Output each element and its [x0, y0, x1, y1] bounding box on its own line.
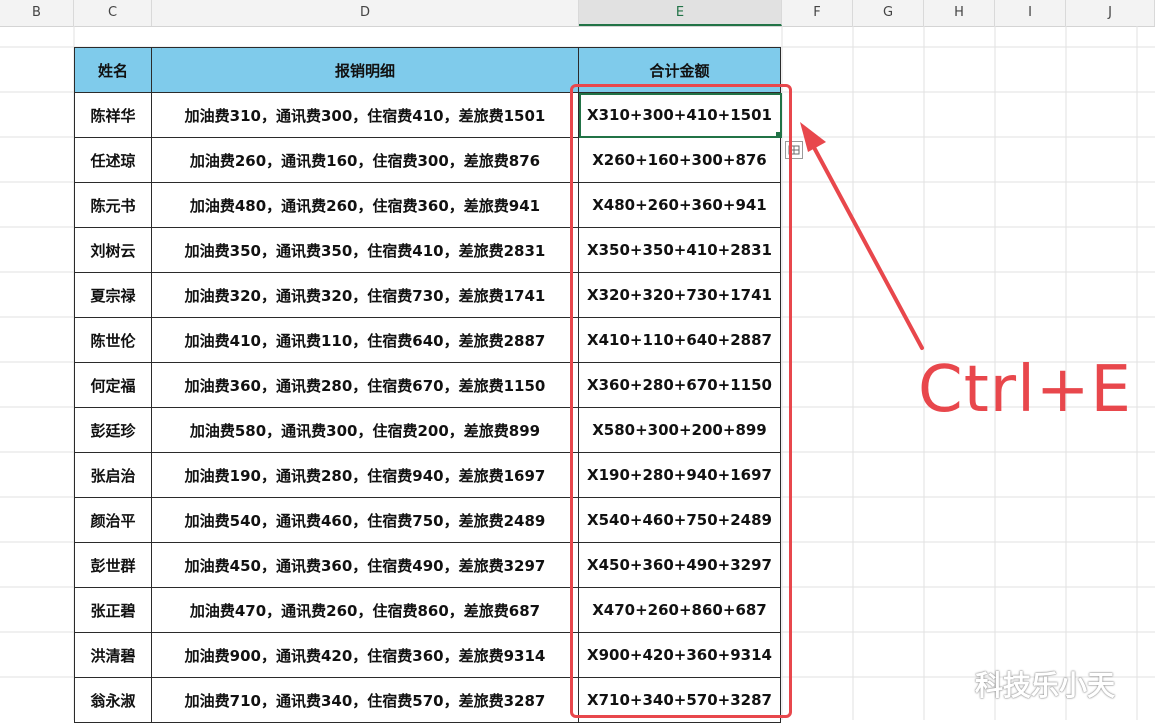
- watermark: 科技乐小天: [975, 669, 1116, 702]
- name-cell[interactable]: 颜治平: [74, 497, 152, 543]
- column-header-b[interactable]: B: [0, 0, 74, 26]
- name-cell[interactable]: 翁永淑: [74, 677, 152, 723]
- details-cell[interactable]: 加油费480，通讯费260，住宿费360，差旅费941: [151, 182, 579, 228]
- name-cell[interactable]: 陈世伦: [74, 317, 152, 363]
- details-cell[interactable]: 加油费410，通讯费110，住宿费640，差旅费2887: [151, 317, 579, 363]
- column-header-e[interactable]: E: [579, 0, 782, 26]
- details-cell[interactable]: 加油费710，通讯费340，住宿费570，差旅费3287: [151, 677, 579, 723]
- name-cell[interactable]: 洪清碧: [74, 632, 152, 678]
- column-header-bar: B C D E F G H I J: [0, 0, 1155, 27]
- name-cell[interactable]: 张正碧: [74, 587, 152, 633]
- header-name[interactable]: 姓名: [74, 47, 152, 93]
- details-cell[interactable]: 加油费540，通讯费460，住宿费750，差旅费2489: [151, 497, 579, 543]
- column-header-j[interactable]: J: [1066, 0, 1155, 26]
- details-cell[interactable]: 加油费470，通讯费260，住宿费860，差旅费687: [151, 587, 579, 633]
- name-cell[interactable]: 彭廷珍: [74, 407, 152, 453]
- column-header-i[interactable]: I: [995, 0, 1066, 26]
- details-cell[interactable]: 加油费190，通讯费280，住宿费940，差旅费1697: [151, 452, 579, 498]
- name-cell[interactable]: 任述琼: [74, 137, 152, 183]
- name-cell[interactable]: 何定福: [74, 362, 152, 408]
- details-cell[interactable]: 加油费360，通讯费280，住宿费670，差旅费1150: [151, 362, 579, 408]
- details-cell[interactable]: 加油费580，通讯费300，住宿费200，差旅费899: [151, 407, 579, 453]
- name-cell[interactable]: 陈元书: [74, 182, 152, 228]
- name-cell[interactable]: 陈祥华: [74, 92, 152, 138]
- details-cell[interactable]: 加油费320，通讯费320，住宿费730，差旅费1741: [151, 272, 579, 318]
- column-header-d[interactable]: D: [152, 0, 579, 26]
- header-details[interactable]: 报销明细: [151, 47, 579, 93]
- details-cell[interactable]: 加油费350，通讯费350，住宿费410，差旅费2831: [151, 227, 579, 273]
- shortcut-label: Ctrl+E: [918, 353, 1132, 427]
- column-header-f[interactable]: F: [782, 0, 853, 26]
- column-header-g[interactable]: G: [853, 0, 924, 26]
- name-cell[interactable]: 张启治: [74, 452, 152, 498]
- details-cell[interactable]: 加油费260，通讯费160，住宿费300，差旅费876: [151, 137, 579, 183]
- column-header-h[interactable]: H: [924, 0, 995, 26]
- name-cell[interactable]: 彭世群: [74, 542, 152, 588]
- highlight-box: [570, 84, 792, 718]
- details-cell[interactable]: 加油费900，通讯费420，住宿费360，差旅费9314: [151, 632, 579, 678]
- column-header-c[interactable]: C: [74, 0, 152, 26]
- details-cell[interactable]: 加油费310，通讯费300，住宿费410，差旅费1501: [151, 92, 579, 138]
- name-cell[interactable]: 夏宗禄: [74, 272, 152, 318]
- name-cell[interactable]: 刘树云: [74, 227, 152, 273]
- details-cell[interactable]: 加油费450，通讯费360，住宿费490，差旅费3297: [151, 542, 579, 588]
